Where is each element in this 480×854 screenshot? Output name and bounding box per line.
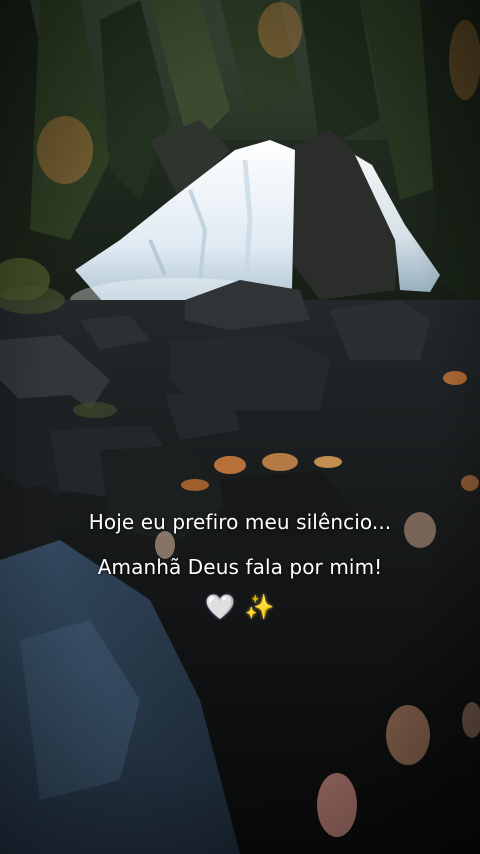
emoji-row: 🤍 ✨ <box>0 590 480 624</box>
white-heart-icon: 🤍 <box>205 593 236 621</box>
video-frame: Hoje eu prefiro meu silêncio... Amanhã D… <box>0 0 480 854</box>
waterfall-scene <box>0 0 480 854</box>
sparkles-icon: ✨ <box>244 593 275 621</box>
caption-line-1: Hoje eu prefiro meu silêncio... <box>88 510 392 534</box>
caption-line-2: Amanhã Deus fala por mim! <box>97 555 383 579</box>
